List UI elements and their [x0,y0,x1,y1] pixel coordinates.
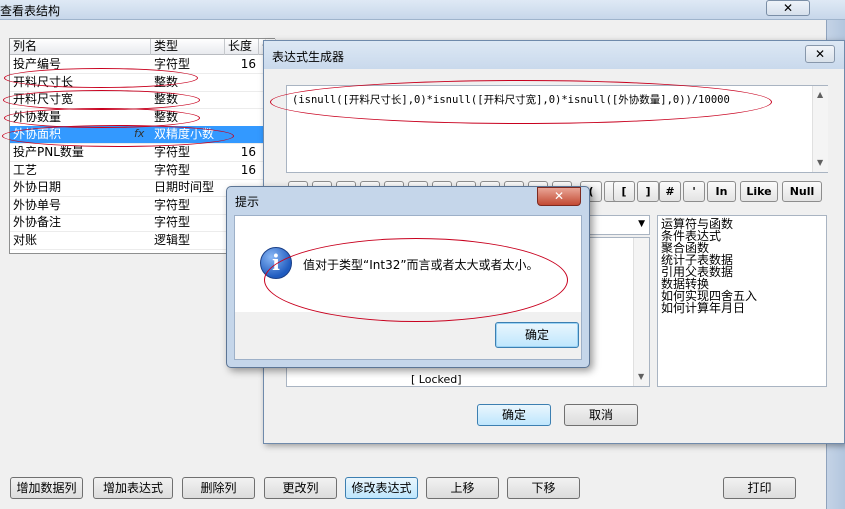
operator-button-like[interactable]: Like [740,181,778,202]
cell-column-type[interactable]: 日期时间型 [151,179,225,196]
close-icon: ✕ [814,47,826,61]
modify-expression-button[interactable]: 修改表达式 [345,477,418,499]
cell-column-name[interactable]: 对账 [10,232,151,249]
delete-column-button[interactable]: 删除列 [182,477,255,499]
cell-column-name[interactable]: 外协备注 [10,214,151,231]
header-column-length[interactable]: 长度 [225,39,259,55]
field-list-item[interactable]: [ Locked] [411,373,462,386]
expression-scrollbar[interactable]: ▲ ▼ [812,86,828,172]
scroll-up-icon[interactable]: ▲ [817,90,823,99]
cell-column-type[interactable]: 字符型 [151,214,225,231]
cell-column-name[interactable]: 外协单号 [10,197,151,214]
cell-column-name[interactable]: 投产PNL数量 [10,144,151,161]
table-row[interactable]: 外协数量 整数 [10,109,276,127]
scroll-down-icon[interactable]: ▼ [817,158,823,167]
table-row[interactable]: 开料尺寸宽 整数 [10,91,276,110]
cell-column-name[interactable]: 开料尺寸长 [10,74,151,91]
expression-editor[interactable]: (isnull([开料尺寸长],0)*isnull([开料尺寸宽],0)*isn… [286,85,828,173]
cell-column-name[interactable]: 开料尺寸宽 [10,91,151,108]
cell-column-type[interactable]: 字符型 [151,162,225,179]
operator-button-open-bracket[interactable]: [ [613,181,635,202]
cell-column-name[interactable]: 外协日期 [10,179,151,196]
cell-column-type[interactable]: 字符型 [151,197,225,214]
operator-button-quote[interactable]: ' [683,181,705,202]
message-content-area: i 值对于类型“Int32”而言或者太大或者太小。 [235,216,581,312]
cell-column-length[interactable]: 16 [225,56,259,73]
cell-column-length[interactable] [225,126,259,143]
expression-ok-button[interactable]: 确定 [477,404,551,426]
expression-builder-title: 表达式生成器 [272,50,345,64]
cell-column-name[interactable]: 外协数量 [10,109,151,126]
expression-cancel-button[interactable]: 取消 [564,404,638,426]
cell-column-length[interactable] [225,74,259,91]
message-close-button[interactable]: ✕ [537,187,581,206]
chevron-down-icon[interactable]: ▼ [638,219,645,229]
add-expression-button[interactable]: 增加表达式 [93,477,173,499]
table-row[interactable]: 开料尺寸长 整数 [10,74,276,92]
cell-column-type[interactable]: 整数 [151,109,225,126]
operator-button-null[interactable]: Null [782,181,822,202]
move-up-button[interactable]: 上移 [426,477,499,499]
message-ok-button[interactable]: 确定 [495,322,579,348]
info-icon: i [260,247,292,279]
scroll-down-icon[interactable]: ▼ [638,372,644,381]
cell-column-type[interactable]: 逻辑型 [151,232,225,249]
move-down-button[interactable]: 下移 [507,477,580,499]
cell-column-type[interactable]: 整数 [151,91,225,108]
message-dialog-title: 提示 [235,195,260,209]
print-button[interactable]: 打印 [723,477,796,499]
close-icon: ✕ [553,189,565,203]
table-row[interactable]: 外协面积 双精度小数 fx [10,126,276,145]
add-column-button[interactable]: 增加数据列 [10,477,83,499]
close-icon: ✕ [782,1,794,15]
expression-builder-titlebar: 表达式生成器 ✕ [264,41,844,69]
grid-header: 列名 类型 长度 长 [10,39,276,55]
cell-column-length[interactable] [225,91,259,108]
table-row[interactable]: 工艺 字符型 16 [10,162,276,180]
cell-column-type[interactable]: 字符型 [151,56,225,73]
window-title: 查看表结构 [0,4,61,18]
main-close-button[interactable]: ✕ [766,0,810,16]
cell-column-type[interactable]: 整数 [151,74,225,91]
cell-column-length[interactable] [225,109,259,126]
expression-builder-close-button[interactable]: ✕ [805,45,835,63]
operator-button-hash[interactable]: # [659,181,681,202]
operator-button-close-bracket[interactable]: ] [637,181,659,202]
header-column-type[interactable]: 类型 [151,39,225,55]
cell-column-name[interactable]: 投产编号 [10,56,151,73]
formula-icon: fx [134,127,145,141]
main-titlebar: 查看表结构 ✕ [0,0,845,20]
cell-column-name[interactable]: 工艺 [10,162,151,179]
table-row[interactable]: 投产PNL数量 字符型 16 [10,144,276,162]
message-dialog: 提示 ✕ i 值对于类型“Int32”而言或者太大或者太小。 确定 [226,186,590,368]
header-column-name[interactable]: 列名 [10,39,151,55]
cell-column-length[interactable]: 16 [225,144,259,161]
change-column-button[interactable]: 更改列 [264,477,337,499]
expression-text[interactable]: (isnull([开料尺寸长],0)*isnull([开料尺寸宽],0)*isn… [292,92,730,107]
message-text: 值对于类型“Int32”而言或者太大或者太小。 [303,258,539,272]
message-body: i 值对于类型“Int32”而言或者太大或者太小。 确定 [234,215,582,360]
cell-column-type[interactable]: 双精度小数 [151,126,225,143]
table-row[interactable]: 投产编号 字符型 16 [10,56,276,74]
cell-column-type[interactable]: 字符型 [151,144,225,161]
field-list-scrollbar[interactable]: ▼ [633,238,649,386]
function-category-list[interactable]: 运算符与函数 条件表达式 聚合函数 统计子表数据 引用父表数据 数据转换 如何实… [657,215,827,387]
cell-column-name[interactable]: 外协面积 [10,126,151,143]
operator-button-in[interactable]: In [707,181,736,202]
category-item[interactable]: 如何计算年月日 [661,302,745,314]
cell-column-length[interactable]: 16 [225,162,259,179]
